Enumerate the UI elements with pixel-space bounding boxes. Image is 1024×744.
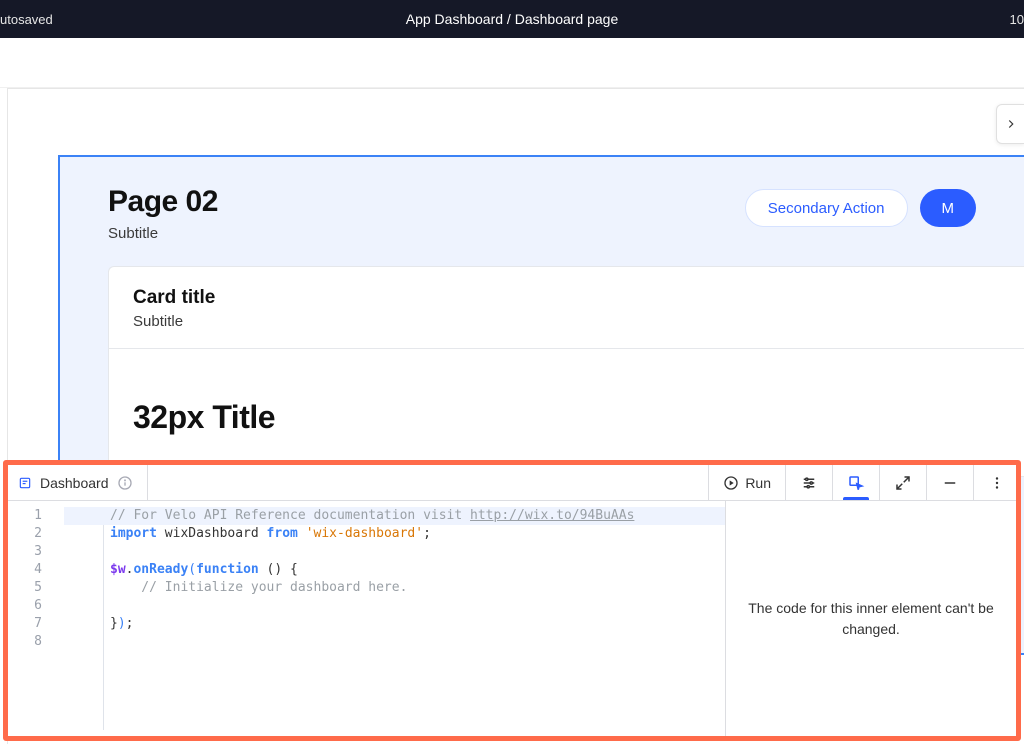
breadcrumb-sep: /: [503, 11, 515, 27]
page-subtitle: Subtitle: [108, 225, 218, 242]
code-toolbar-actions: Run: [709, 465, 1016, 500]
more-options-button[interactable]: [974, 465, 1016, 500]
secondary-action-button[interactable]: Secondary Action: [745, 189, 908, 227]
line-number: 4: [8, 561, 64, 579]
card-body: 32px Title: [109, 349, 1024, 476]
card-title: Card title: [133, 287, 1000, 309]
run-label: Run: [745, 475, 771, 491]
code-line: });: [64, 615, 725, 633]
line-number: 3: [8, 543, 64, 561]
line-number: 6: [8, 597, 64, 615]
code-tab-label: Dashboard: [40, 475, 109, 491]
card-header: Card title Subtitle: [109, 267, 1024, 349]
code-line: [64, 633, 725, 651]
code-body: 1 2 3 4 5 6 7 8 // For Velo API Referenc…: [8, 501, 1016, 736]
page-code-icon: [18, 476, 32, 490]
inspect-icon: [847, 474, 865, 492]
code-line: [64, 543, 725, 561]
top-bar: utosaved App Dashboard / Dashboard page …: [0, 0, 1024, 38]
side-panel-message: The code for this inner element can't be…: [742, 598, 1000, 640]
card-subtitle: Subtitle: [133, 313, 1000, 330]
line-number: 1: [8, 507, 64, 525]
page-title: Page 02: [108, 185, 218, 219]
code-tab-dashboard[interactable]: Dashboard: [8, 465, 148, 500]
code-line: // Initialize your dashboard here.: [64, 579, 725, 597]
line-gutter: 1 2 3 4 5 6 7 8: [8, 501, 64, 736]
code-line: $w.onReady(function () {: [64, 561, 725, 579]
breadcrumb-app[interactable]: App Dashboard: [406, 11, 503, 27]
properties-panel-button[interactable]: [833, 465, 880, 500]
zoom-indicator: 10: [1010, 12, 1024, 27]
breadcrumb[interactable]: App Dashboard / Dashboard page: [406, 11, 619, 27]
autosave-status: utosaved: [0, 12, 53, 27]
properties-side-panel: The code for this inner element can't be…: [726, 501, 1016, 736]
line-number: 7: [8, 615, 64, 633]
breadcrumb-page[interactable]: Dashboard page: [515, 11, 619, 27]
expand-panel-button[interactable]: [996, 104, 1024, 144]
code-panel-toolbar: Dashboard Run: [8, 465, 1016, 501]
minimize-icon: [941, 474, 959, 492]
page-header: Page 02 Subtitle Secondary Action M: [60, 157, 1024, 266]
code-line: [64, 597, 725, 615]
line-number: 2: [8, 525, 64, 543]
primary-action-button[interactable]: M: [920, 189, 977, 227]
line-number: 8: [8, 633, 64, 651]
code-line: // For Velo API Reference documentation …: [64, 507, 725, 525]
page-heading-block: Page 02 Subtitle: [108, 185, 218, 242]
minimize-code-button[interactable]: [927, 465, 974, 500]
play-icon: [723, 475, 739, 491]
text-element-32px[interactable]: 32px Title: [133, 399, 1000, 436]
info-icon[interactable]: [117, 475, 133, 491]
code-editor[interactable]: // For Velo API Reference documentation …: [64, 501, 726, 736]
code-line: import wixDashboard from 'wix-dashboard'…: [64, 525, 725, 543]
code-toolbar-spacer: [148, 465, 709, 500]
kebab-icon: [988, 474, 1006, 492]
page-actions: Secondary Action M: [745, 189, 976, 227]
sliders-icon: [800, 474, 818, 492]
chevron-right-icon: [1004, 117, 1018, 131]
toolbar-strip: [0, 38, 1024, 88]
expand-icon: [894, 474, 912, 492]
code-panel-highlighted: Dashboard Run: [3, 460, 1021, 741]
card[interactable]: Card title Subtitle 32px Title: [108, 266, 1024, 477]
format-code-button[interactable]: [786, 465, 833, 500]
expand-code-button[interactable]: [880, 465, 927, 500]
run-button[interactable]: Run: [709, 465, 786, 500]
line-number: 5: [8, 579, 64, 597]
